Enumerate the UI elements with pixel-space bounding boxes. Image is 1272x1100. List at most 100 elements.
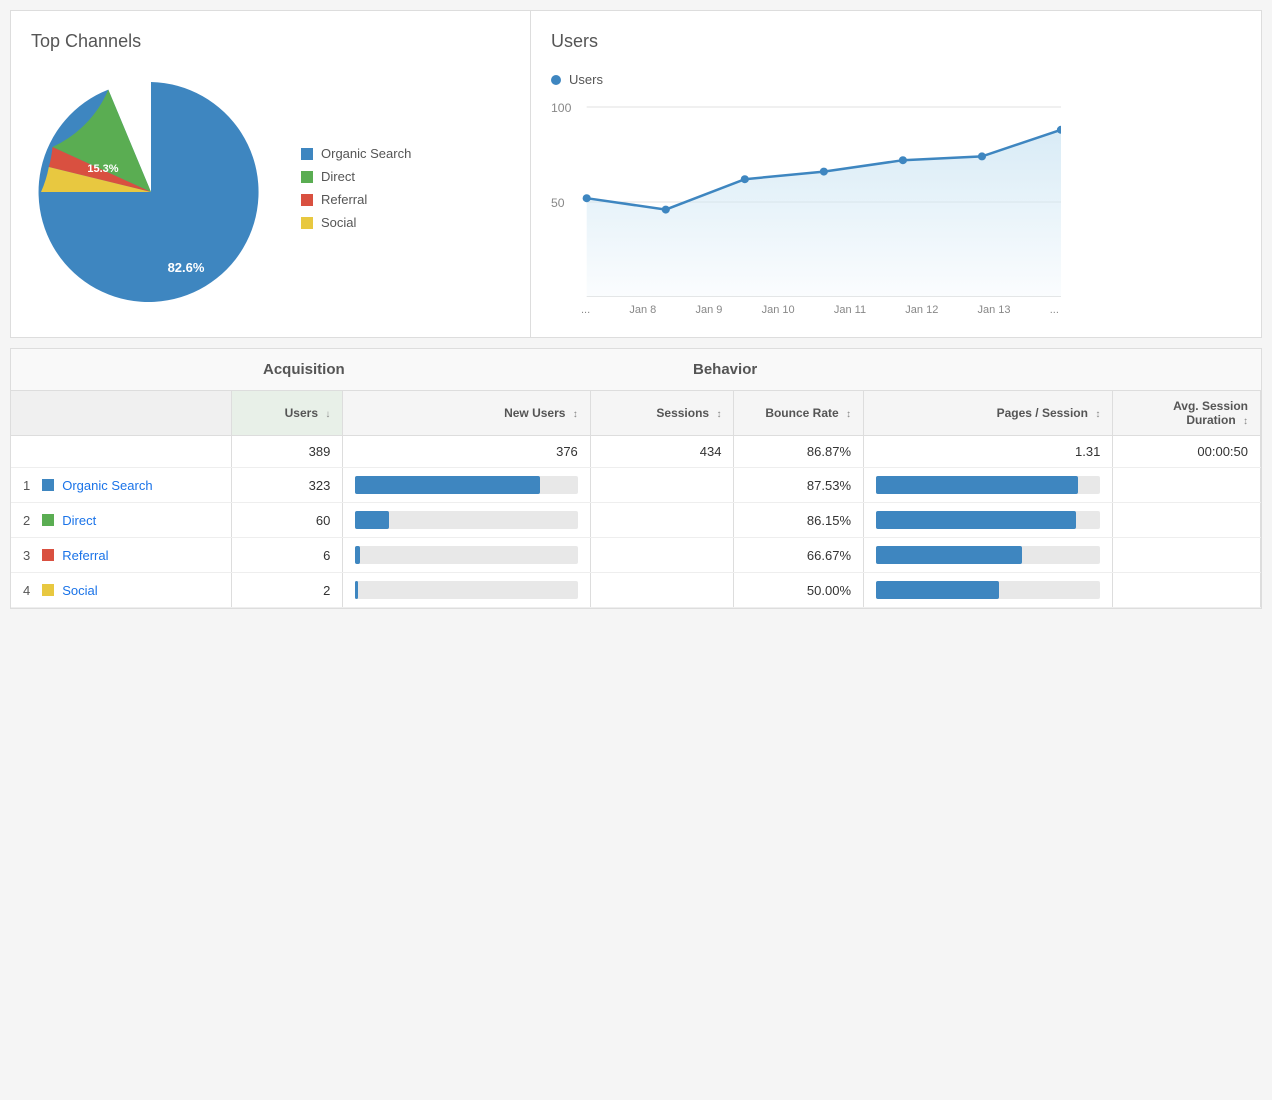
- channel-link-2[interactable]: 2 Direct: [23, 513, 219, 528]
- col-bounce-rate[interactable]: Bounce Rate ↕: [734, 391, 864, 436]
- spacer: [11, 361, 251, 378]
- legend-referral: Referral: [301, 192, 411, 207]
- sessions-4: [590, 573, 734, 608]
- x-label-1: Jan 8: [629, 304, 656, 316]
- channel-link-1[interactable]: 1 Organic Search: [23, 478, 219, 493]
- data-point-1: [662, 206, 670, 214]
- col-channel[interactable]: [11, 391, 232, 436]
- table-row: 4 Social 2 50.00%: [11, 573, 1261, 608]
- x-label-4: Jan 11: [834, 304, 866, 316]
- col-new-users[interactable]: New Users ↕: [343, 391, 590, 436]
- svg-text:100: 100: [551, 101, 572, 115]
- line-chart-svg: 100 50: [551, 97, 1061, 297]
- col-sessions[interactable]: Sessions ↕: [590, 391, 734, 436]
- channel-cell-2: 2 Direct: [11, 503, 232, 538]
- avg-1: [1113, 468, 1261, 503]
- totals-new-users: 376: [343, 436, 590, 468]
- pages-bar-3: [864, 538, 1113, 573]
- pie-container: 82.6% 15.3% Organic Search Direct Referr…: [31, 72, 510, 312]
- channel-link-4[interactable]: 4 Social: [23, 583, 219, 598]
- users-4: 2: [232, 573, 343, 608]
- direct-label: 15.3%: [87, 163, 118, 175]
- sort-users-icon: ↓: [325, 409, 330, 420]
- col-pages-session[interactable]: Pages / Session ↕: [864, 391, 1113, 436]
- x-label-0: ...: [581, 304, 590, 316]
- avg-4: [1113, 573, 1261, 608]
- legend-social: Social: [301, 215, 411, 230]
- group-headers: Acquisition Behavior: [11, 349, 1261, 391]
- pie-chart: 82.6% 15.3%: [31, 72, 271, 312]
- top-charts-section: Top Channels 82.6% 15.3%: [10, 10, 1262, 338]
- table-row: 1 Organic Search 323 87.53%: [11, 468, 1261, 503]
- bounce-2: 86.15%: [734, 503, 864, 538]
- users-legend-dot: [551, 75, 561, 85]
- data-point-0: [583, 194, 591, 202]
- sort-sessions-icon: ↕: [716, 409, 721, 420]
- col-users[interactable]: Users ↓: [232, 391, 343, 436]
- table-header-row: Users ↓ New Users ↕ Sessions ↕ Bounce Ra…: [11, 391, 1261, 436]
- bottom-table-section: Acquisition Behavior Users ↓ New Users ↕…: [10, 348, 1262, 609]
- channel-link-3[interactable]: 3 Referral: [23, 548, 219, 563]
- social-icon: [301, 217, 313, 229]
- totals-channel-cell: [11, 436, 232, 468]
- direct-icon: [301, 171, 313, 183]
- new-users-bar-3: [343, 538, 590, 573]
- x-label-2: Jan 9: [696, 304, 723, 316]
- sessions-2: [590, 503, 734, 538]
- new-users-bar-4: [343, 573, 590, 608]
- pages-bar-1: [864, 468, 1113, 503]
- col-avg-session[interactable]: Avg. Session Duration ↕: [1113, 391, 1261, 436]
- data-point-2: [741, 175, 749, 183]
- line-chart: 100 50: [551, 97, 1061, 317]
- data-point-3: [820, 168, 828, 176]
- users-1: 323: [232, 468, 343, 503]
- users-legend: Users: [551, 72, 1061, 87]
- bounce-3: 66.67%: [734, 538, 864, 573]
- channel-cell-4: 4 Social: [11, 573, 232, 608]
- direct-dot-icon: [42, 514, 54, 526]
- totals-sessions: 434: [590, 436, 734, 468]
- sort-pages-icon: ↕: [1095, 409, 1100, 420]
- totals-row: 389 376 434 86.87% 1.31 00:00:50: [11, 436, 1261, 468]
- users-title: Users: [551, 31, 1061, 52]
- table-row: 2 Direct 60 86.15%: [11, 503, 1261, 538]
- totals-pages: 1.31: [864, 436, 1113, 468]
- x-axis-labels: ... Jan 8 Jan 9 Jan 10 Jan 11 Jan 12 Jan…: [551, 304, 1061, 316]
- new-users-bar-1: [343, 468, 590, 503]
- organic-dot-icon: [42, 479, 54, 491]
- x-label-6: Jan 13: [978, 304, 1011, 316]
- data-point-4: [899, 156, 907, 164]
- users-legend-label: Users: [569, 72, 603, 87]
- users-panel: Users Users 100 50: [531, 11, 1081, 337]
- sort-avg-icon: ↕: [1243, 416, 1248, 427]
- legend-direct: Direct: [301, 169, 411, 184]
- organic-icon: [301, 148, 313, 160]
- data-table: Users ↓ New Users ↕ Sessions ↕ Bounce Ra…: [11, 391, 1261, 608]
- new-users-bar-2: [343, 503, 590, 538]
- totals-users: 389: [232, 436, 343, 468]
- avg-3: [1113, 538, 1261, 573]
- totals-avg: 00:00:50: [1113, 436, 1261, 468]
- sort-newusers-icon: ↕: [573, 409, 578, 420]
- bounce-1: 87.53%: [734, 468, 864, 503]
- acquisition-header: Acquisition: [251, 361, 681, 378]
- totals-bounce: 86.87%: [734, 436, 864, 468]
- sessions-3: [590, 538, 734, 573]
- pages-bar-4: [864, 573, 1113, 608]
- referral-dot-icon: [42, 549, 54, 561]
- users-2: 60: [232, 503, 343, 538]
- behavior-header: Behavior: [681, 361, 1261, 378]
- social-dot-icon: [42, 584, 54, 596]
- table-row: 3 Referral 6 66.67%: [11, 538, 1261, 573]
- sessions-1: [590, 468, 734, 503]
- pie-legend: Organic Search Direct Referral Social: [301, 146, 411, 238]
- data-point-5: [978, 152, 986, 160]
- x-label-7: ...: [1050, 304, 1059, 316]
- users-3: 6: [232, 538, 343, 573]
- organic-label: 82.6%: [168, 260, 205, 275]
- pages-bar-2: [864, 503, 1113, 538]
- bounce-4: 50.00%: [734, 573, 864, 608]
- referral-icon: [301, 194, 313, 206]
- channel-cell-1: 1 Organic Search: [11, 468, 232, 503]
- sort-bounce-icon: ↕: [846, 409, 851, 420]
